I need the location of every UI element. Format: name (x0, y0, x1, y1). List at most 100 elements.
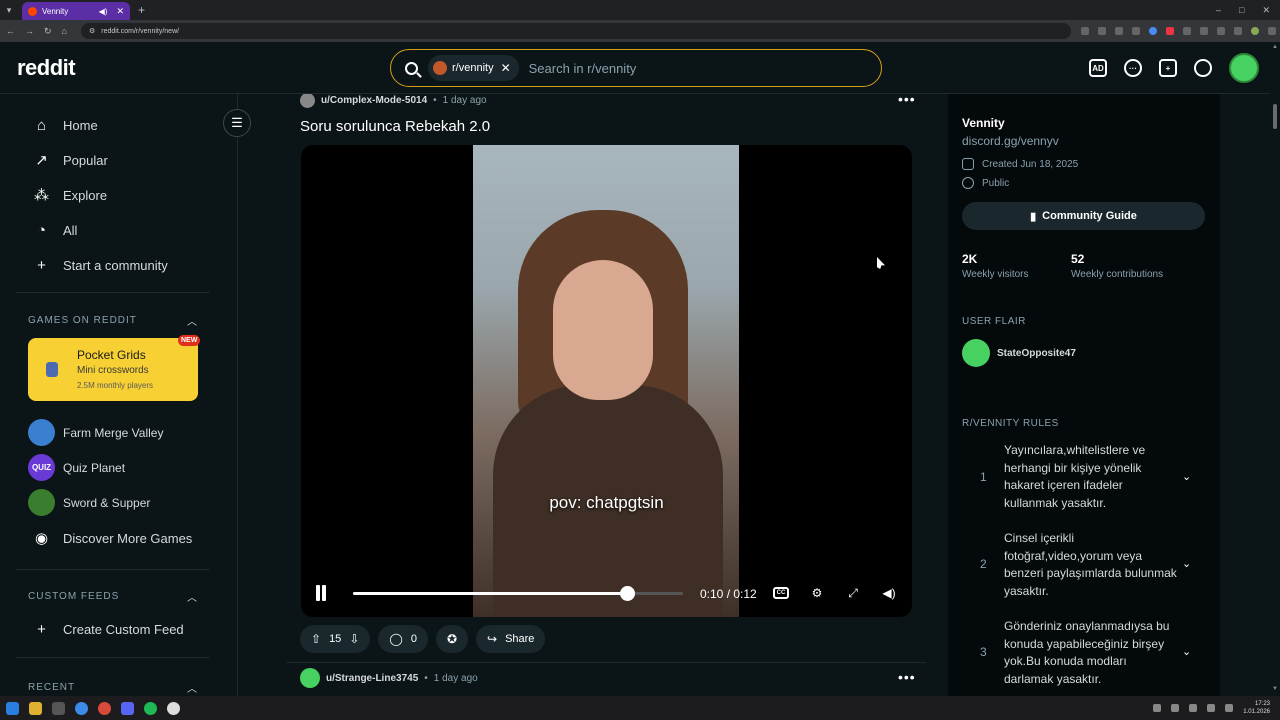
create-custom-feed[interactable]: + Create Custom Feed (33, 619, 184, 639)
rule-item[interactable]: 2 Cinsel içerikli fotoğraf,video,yorum v… (962, 530, 1207, 610)
start-icon[interactable] (6, 701, 19, 715)
browser-menu-icon[interactable] (1267, 27, 1276, 35)
ads-icon[interactable]: AD (1089, 59, 1107, 77)
custom-feeds-header[interactable]: CUSTOM FEEDS ︿ (28, 589, 198, 604)
scroll-down-icon[interactable]: ▼ (1272, 686, 1278, 692)
post-more-button[interactable]: ••• (898, 94, 916, 107)
community-search-chip[interactable]: r/vennity ✕ (428, 55, 519, 81)
search-input[interactable]: Search in r/vennity (529, 61, 637, 76)
cast-icon[interactable] (1080, 27, 1089, 35)
extension-blue-icon[interactable] (1148, 27, 1157, 35)
user-avatar[interactable] (1229, 53, 1259, 83)
tray-icon[interactable] (1171, 704, 1180, 712)
fullscreen-icon[interactable]: ⤢ (845, 585, 861, 601)
forward-icon[interactable]: → (25, 26, 34, 36)
scroll-up-icon[interactable]: ▲ (1272, 44, 1278, 50)
tab-search-button[interactable]: ▾ (0, 0, 18, 20)
game-farm-merge-valley[interactable]: Farm Merge Valley (28, 419, 163, 446)
search-bar[interactable]: r/vennity ✕ Search in r/vennity (390, 49, 882, 87)
app-icon[interactable] (52, 701, 65, 715)
community-guide-button[interactable]: ▮ Community Guide (962, 202, 1205, 230)
user-flair[interactable]: StateOpposite47 (962, 339, 1076, 367)
sidebar-item-home[interactable]: ⌂ Home (33, 115, 98, 135)
site-info-icon[interactable]: ⚙ (89, 27, 95, 35)
sidebar-item-all[interactable]: ◔ All (33, 220, 77, 240)
share-button[interactable]: ↪ Share (476, 625, 546, 653)
back-icon[interactable]: ← (6, 26, 15, 36)
author-avatar[interactable] (300, 668, 320, 688)
chevron-down-icon[interactable]: ⌄ (1182, 645, 1191, 658)
taskbar-clock[interactable]: 17:23 1.01.2026 (1243, 700, 1270, 716)
scroll-thumb[interactable] (1273, 104, 1277, 129)
video-progress-bar[interactable] (353, 586, 683, 601)
captions-icon[interactable]: CC (773, 587, 789, 599)
create-post-icon[interactable]: + (1159, 59, 1177, 77)
post-more-button[interactable]: ••• (898, 669, 916, 685)
maximize-button[interactable]: □ (1239, 5, 1244, 16)
game-sword-supper[interactable]: Sword & Supper (28, 489, 150, 516)
sidebar-item-label: Discover More Games (63, 530, 193, 546)
home-browser-icon[interactable]: ⌂ (62, 26, 67, 36)
recent-header[interactable]: RECENT ︿ (28, 680, 198, 695)
browser-icon[interactable] (98, 701, 111, 715)
rule-item[interactable]: 1 Yayıncılara,whitelistlere ve herhangi … (962, 442, 1207, 522)
community-sidebar: Vennity discord.gg/vennyv Created Jun 18… (948, 94, 1220, 696)
guide-label: Community Guide (1042, 210, 1137, 222)
new-tab-button[interactable]: + (138, 3, 145, 17)
author-avatar[interactable] (300, 94, 315, 108)
settings-gear-icon[interactable]: ⚙ (809, 585, 825, 601)
upvote-icon[interactable]: ⇧ (311, 632, 321, 646)
sidebar-item-explore[interactable]: ⁂ Explore (33, 185, 107, 205)
volume-icon[interactable]: ◀) (881, 585, 897, 601)
post-author[interactable]: u/Strange-Line3745 (326, 673, 418, 684)
post-title[interactable]: Soru sorulunca Rebekah 2.0 (300, 118, 490, 135)
sidebar-item-start-community[interactable]: + Start a community (33, 255, 168, 275)
split-view-icon[interactable] (1233, 27, 1242, 35)
profile-icon[interactable] (1250, 27, 1259, 35)
audio-icon[interactable]: ◀) (99, 7, 108, 16)
minimize-button[interactable]: – (1216, 5, 1221, 16)
video-player[interactable]: pov: chatpgtsin 0:10 / 0:12 CC ⚙ ⤢ ◀) (301, 145, 912, 617)
bookmark-star-icon[interactable] (1131, 27, 1140, 35)
url-field[interactable]: ⚙ reddit.com/r/vennity/new/ (80, 23, 1071, 39)
page-scrollbar[interactable]: ▲ ▼ (1270, 42, 1280, 696)
translate-icon[interactable] (1097, 27, 1106, 35)
media-icon[interactable] (1216, 27, 1225, 35)
chevron-down-icon[interactable]: ⌄ (1182, 557, 1191, 570)
chat-icon[interactable]: ··· (1124, 59, 1142, 77)
chevron-down-icon[interactable]: ⌄ (1182, 470, 1191, 483)
zoom-icon[interactable] (1114, 27, 1123, 35)
file-explorer-icon[interactable] (29, 701, 42, 715)
reload-icon[interactable]: ↻ (44, 26, 52, 37)
tray-icon[interactable] (1189, 704, 1198, 712)
discord-icon[interactable] (121, 701, 134, 715)
community-discord-link[interactable]: discord.gg/vennyv (962, 134, 1059, 148)
extension-red-icon[interactable] (1165, 27, 1174, 35)
sidebar-item-popular[interactable]: ↗ Popular (33, 150, 108, 170)
tray-icon[interactable] (1153, 704, 1162, 712)
network-icon[interactable] (1207, 704, 1216, 712)
comments-button[interactable]: ◯ 0 (378, 625, 428, 653)
discover-more-games[interactable]: ◉ Discover More Games (33, 528, 192, 548)
close-icon[interactable]: ✕ (501, 61, 511, 75)
game-quiz-planet[interactable]: QUIZ Quiz Planet (28, 454, 125, 481)
close-window-button[interactable]: ✕ (1262, 5, 1270, 16)
featured-game-card[interactable]: Pocket Grids Mini crosswords 2.5M monthl… (28, 338, 198, 401)
pause-button[interactable] (314, 585, 328, 601)
app-icon[interactable] (167, 701, 180, 715)
notification-bell-icon[interactable] (1194, 59, 1212, 77)
tab-close-icon[interactable]: ✕ (116, 6, 124, 17)
reddit-logo[interactable]: reddit (17, 55, 76, 81)
post-author[interactable]: u/Complex-Mode-5014 (321, 95, 427, 106)
browser-tab[interactable]: Vennity ◀) ✕ (22, 2, 130, 20)
extensions-puzzle-icon[interactable] (1182, 27, 1191, 35)
spotify-icon[interactable] (144, 701, 157, 715)
award-button[interactable]: ✪ (435, 625, 468, 653)
games-section-header[interactable]: GAMES ON REDDIT ︿ (28, 313, 198, 328)
progress-knob[interactable] (619, 586, 635, 601)
volume-icon[interactable] (1225, 704, 1234, 712)
rule-item[interactable]: 3 Gönderiniz onaylanmadıysa bu konuda ya… (962, 618, 1207, 696)
downvote-icon[interactable]: ⇩ (349, 632, 359, 646)
download-icon[interactable] (1199, 27, 1208, 35)
chrome-icon[interactable] (75, 701, 88, 715)
